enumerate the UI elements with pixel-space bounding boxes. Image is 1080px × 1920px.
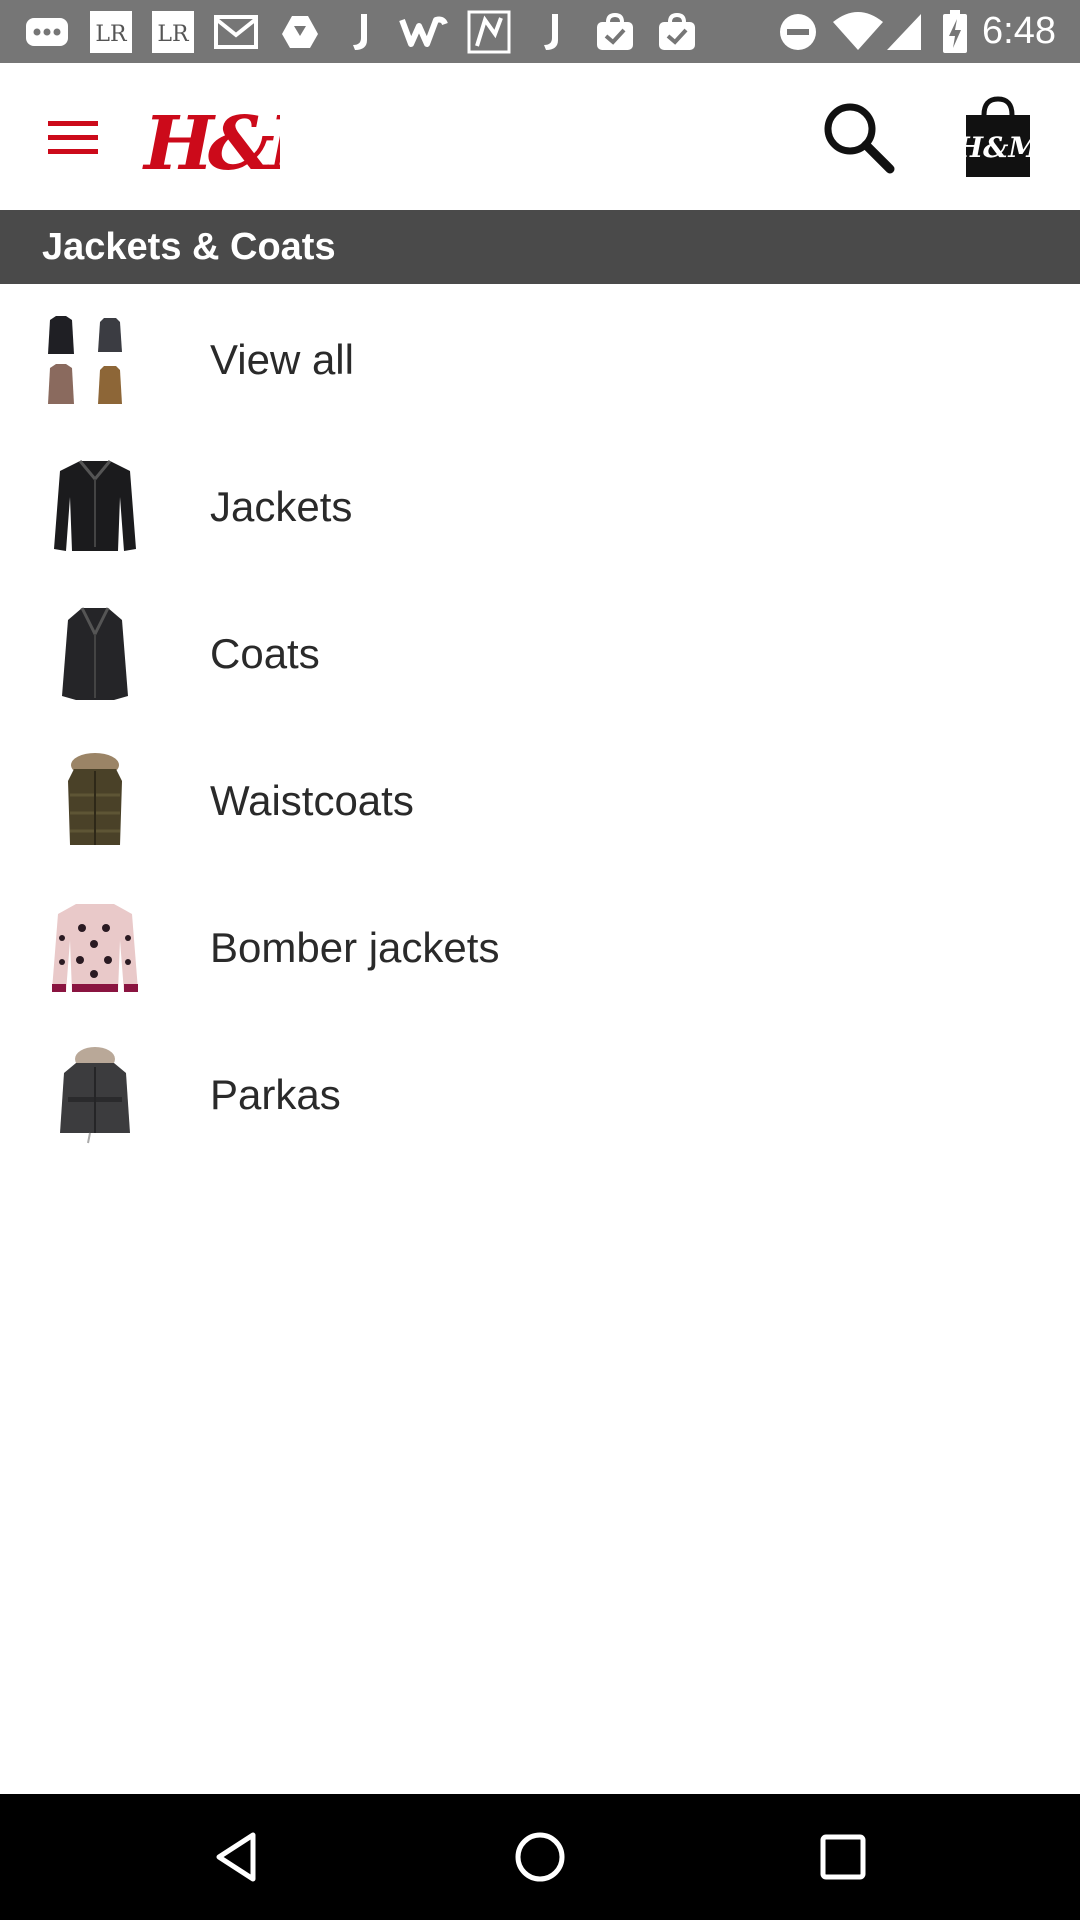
list-item-parkas[interactable]: Parkas — [0, 1019, 1080, 1166]
svg-text:LR: LR — [157, 22, 190, 47]
shopping-bag-button[interactable]: H&M — [956, 93, 1040, 183]
back-button[interactable] — [192, 1812, 282, 1902]
back-icon — [216, 1832, 256, 1882]
shopping-bag-check-icon — [592, 0, 638, 63]
search-icon — [824, 103, 895, 174]
w-app-icon — [398, 0, 450, 63]
list-item-waistcoats[interactable]: Waistcoats — [0, 725, 1080, 872]
hm-logo[interactable]: H&M — [140, 93, 359, 187]
search-button[interactable] — [818, 97, 898, 177]
list-item-label: Bomber jackets — [210, 924, 500, 971]
home-button[interactable] — [495, 1812, 585, 1902]
list-item-label: Jackets — [210, 483, 353, 530]
jacket-thumbnail — [54, 460, 136, 551]
drive-icon — [278, 0, 322, 63]
navigation-bar — [0, 1794, 1080, 1920]
list-item-label: View all — [210, 336, 354, 383]
coat-thumbnail — [62, 607, 128, 700]
app-header: H&M H&M — [0, 63, 1080, 210]
j-app-icon — [344, 0, 376, 63]
recents-button[interactable] — [798, 1812, 888, 1902]
svg-text:LR: LR — [95, 22, 128, 47]
lightroom-icon: LR — [150, 0, 196, 63]
status-time: 6:48 — [982, 10, 1056, 52]
logo-text: H&M — [142, 101, 280, 183]
do-not-disturb-icon — [776, 0, 820, 63]
hamburger-icon — [48, 121, 98, 154]
waistcoat-thumbnail — [68, 753, 122, 845]
menu-button[interactable] — [40, 107, 106, 167]
maps-icon — [466, 0, 512, 63]
list-item-label: Coats — [210, 630, 320, 677]
list-item-coats[interactable]: Coats — [0, 578, 1080, 725]
shopping-bag-check-icon — [654, 0, 700, 63]
view-all-thumbnail — [48, 316, 122, 404]
wifi-icon — [830, 0, 886, 63]
dots-icon — [24, 0, 70, 63]
j-app-icon — [536, 0, 566, 63]
bomber-jacket-thumbnail — [52, 904, 138, 992]
shopping-bag-icon: H&M — [956, 96, 1040, 177]
list-item-view-all[interactable]: View all — [0, 284, 1080, 431]
recents-icon — [820, 1834, 866, 1880]
list-item-bomber-jackets[interactable]: Bomber jackets — [0, 872, 1080, 1019]
list-item-label: Waistcoats — [210, 777, 414, 824]
bag-logo-text: H&M — [958, 131, 1038, 164]
cell-signal-icon — [884, 0, 924, 63]
category-header: Jackets & Coats — [0, 210, 1080, 284]
gmail-icon — [212, 0, 260, 63]
category-list: View all Jackets Coats Waistcoats Bomber… — [0, 284, 1080, 1166]
parka-thumbnail — [60, 1047, 130, 1144]
status-bar: LR LR 6:48 — [0, 0, 1080, 63]
home-icon — [515, 1832, 565, 1882]
lightroom-icon: LR — [88, 0, 134, 63]
battery-charging-icon — [940, 0, 970, 63]
list-item-jackets[interactable]: Jackets — [0, 431, 1080, 578]
list-item-label: Parkas — [210, 1071, 341, 1118]
page-title: Jackets & Coats — [42, 226, 336, 268]
